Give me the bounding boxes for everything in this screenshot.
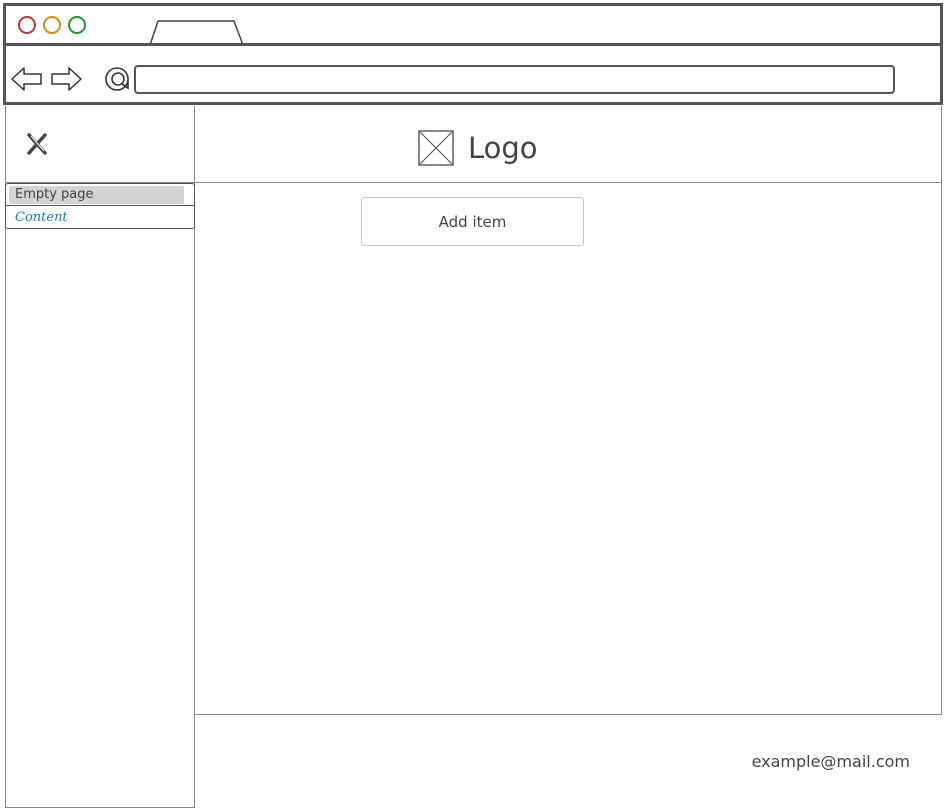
footer-email-link[interactable]: example@mail.com: [740, 749, 910, 775]
logo-placeholder-image-icon: [418, 130, 454, 166]
forward-arrow-icon[interactable]: [49, 66, 83, 92]
sidebar-nav-separator: [5, 205, 195, 206]
header-divider: [195, 182, 942, 183]
back-arrow-icon[interactable]: [10, 66, 44, 92]
sidebar-item-empty-page[interactable]: Empty page: [9, 186, 184, 204]
window-close-button[interactable]: [18, 16, 36, 34]
browser-title-bar: [3, 3, 943, 45]
footer-divider: [195, 714, 942, 715]
reload-icon[interactable]: [103, 64, 133, 94]
logo-text: Logo: [468, 131, 538, 165]
address-bar[interactable]: [134, 65, 895, 94]
main-right-border: [941, 106, 942, 714]
sidebar-item-content[interactable]: Content: [9, 208, 184, 228]
window-minimize-button[interactable]: [43, 16, 61, 34]
close-icon[interactable]: [24, 130, 50, 158]
window-maximize-button[interactable]: [68, 16, 86, 34]
add-item-button[interactable]: Add item: [361, 197, 584, 246]
